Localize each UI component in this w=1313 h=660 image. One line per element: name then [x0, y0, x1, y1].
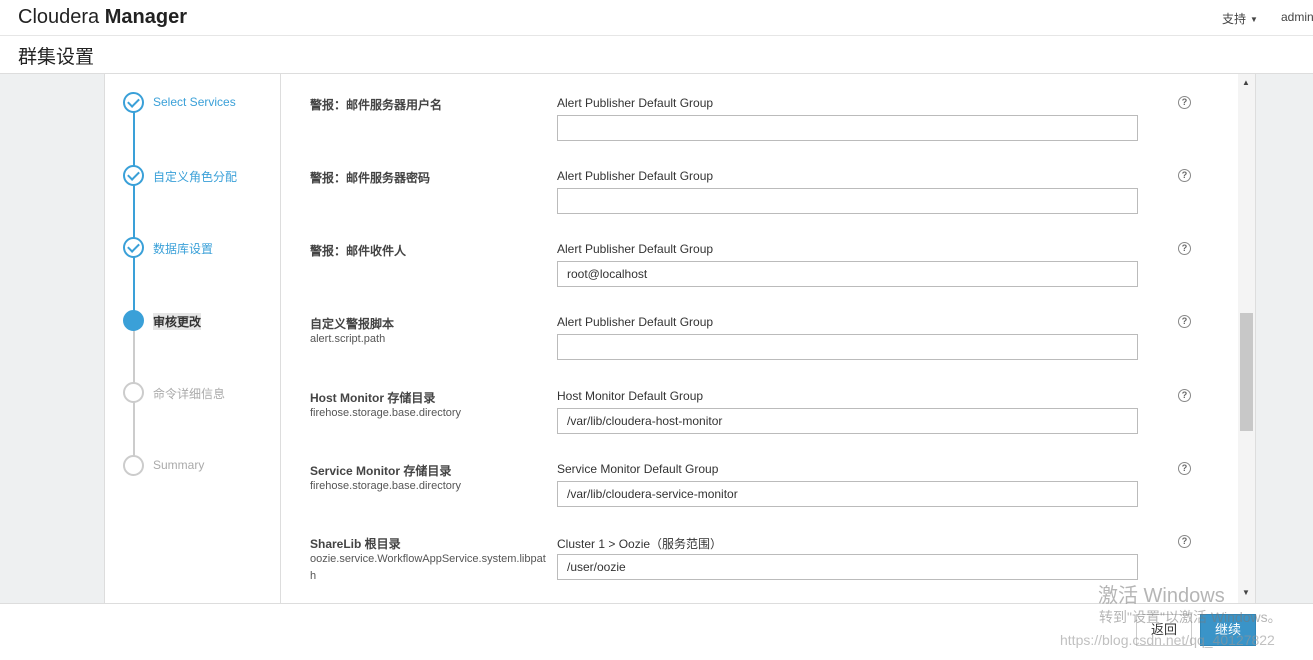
help-icon[interactable]: ?	[1178, 242, 1191, 255]
setting-row: 警报：邮件服务器用户名 Alert Publisher Default Grou…	[282, 74, 1239, 147]
setting-row: Host Monitor 存储目录 firehose.storage.base.…	[282, 367, 1239, 440]
step-summary: Summary	[123, 455, 281, 477]
step-label: 审核更改	[153, 313, 202, 330]
setting-value-input[interactable]	[557, 481, 1138, 507]
setting-row: 自定义警报脚本 alert.script.path Alert Publishe…	[282, 293, 1239, 366]
scroll-down-arrow-icon[interactable]: ▼	[1242, 588, 1250, 597]
setting-group: Alert Publisher Default Group	[557, 242, 714, 256]
help-icon[interactable]: ?	[1178, 315, 1191, 328]
setting-key: alert.script.path	[310, 333, 386, 345]
support-menu[interactable]: 支持 ▼	[1222, 10, 1258, 27]
check-icon	[123, 165, 144, 186]
step-select-services[interactable]: Select Services	[123, 92, 281, 114]
pending-step-icon	[123, 382, 144, 403]
step-command-details: 命令详细信息	[123, 382, 281, 404]
setting-value-input[interactable]	[557, 188, 1138, 214]
setting-key: oozie.service.WorkflowAppService.system.…	[310, 553, 546, 582]
scroll-up-arrow-icon[interactable]: ▲	[1242, 78, 1250, 87]
setting-name: 警报：邮件收件人	[310, 244, 407, 258]
windows-activation-watermark: 激活 Windows	[1098, 585, 1225, 607]
brand-logo[interactable]: Cloudera Manager	[18, 6, 187, 29]
help-icon[interactable]: ?	[1178, 535, 1191, 548]
blog-url-watermark: https://blog.csdn.net/qq_40127822	[1060, 632, 1275, 648]
page-title: 群集设置	[18, 47, 95, 68]
step-label: Summary	[153, 458, 205, 472]
setting-group: Host Monitor Default Group	[557, 389, 704, 403]
setting-key: firehose.storage.base.directory	[310, 480, 462, 492]
setting-name: Service Monitor 存储目录	[310, 464, 452, 478]
setting-row: Service Monitor 存储目录 firehose.storage.ba…	[282, 440, 1239, 513]
setting-group: Cluster 1 > Oozie（服务范围）	[557, 537, 723, 551]
windows-activation-hint: 转到"设置"以激活 Windows。	[1099, 609, 1282, 625]
help-icon[interactable]: ?	[1178, 462, 1191, 475]
step-label: Select Services	[153, 95, 236, 109]
setting-row: 警报：邮件服务器密码 Alert Publisher Default Group…	[282, 147, 1239, 220]
setting-name: Host Monitor 存储目录	[310, 391, 436, 405]
vertical-scrollbar[interactable]: ▲ ▼	[1238, 74, 1255, 603]
setting-value-input[interactable]	[557, 554, 1138, 580]
setting-value-input[interactable]	[557, 408, 1138, 434]
user-menu[interactable]: admin	[1281, 10, 1313, 24]
check-icon	[123, 92, 144, 113]
setting-group: Alert Publisher Default Group	[557, 96, 714, 110]
setting-name: 警报：邮件服务器用户名	[310, 98, 443, 112]
help-icon[interactable]: ?	[1178, 389, 1191, 402]
caret-down-icon: ▼	[1250, 15, 1258, 25]
setting-name: ShareLib 根目录	[310, 537, 401, 551]
setting-name: 警报：邮件服务器密码	[310, 171, 431, 185]
setting-name: 自定义警报脚本	[310, 317, 395, 331]
wizard-steps: Select Services 自定义角色分配 数据库设置 审核更改 命令详细信…	[105, 74, 281, 603]
step-label: 命令详细信息	[153, 387, 226, 401]
step-role-assignment[interactable]: 自定义角色分配	[123, 165, 281, 187]
setting-row: 警报：邮件收件人 Alert Publisher Default Group ?	[282, 220, 1239, 293]
top-navbar: Cloudera Manager 支持 ▼ admin	[0, 0, 1313, 36]
setting-group: Alert Publisher Default Group	[557, 169, 714, 183]
scroll-thumb[interactable]	[1240, 313, 1253, 431]
step-label: 数据库设置	[153, 242, 214, 256]
help-icon[interactable]: ?	[1178, 96, 1191, 109]
pending-step-icon	[123, 455, 144, 476]
settings-list: 警报：邮件服务器用户名 Alert Publisher Default Grou…	[282, 74, 1239, 603]
help-icon[interactable]: ?	[1178, 169, 1191, 182]
setting-value-input[interactable]	[557, 334, 1138, 360]
step-review-changes: 审核更改	[123, 310, 281, 332]
setting-key: firehose.storage.base.directory	[310, 407, 462, 419]
check-icon	[123, 237, 144, 258]
setting-value-input[interactable]	[557, 115, 1138, 141]
setting-group: Service Monitor Default Group	[557, 462, 719, 476]
active-step-icon	[123, 310, 144, 331]
step-database-setup[interactable]: 数据库设置	[123, 237, 281, 259]
step-label: 自定义角色分配	[153, 170, 238, 184]
setting-value-input[interactable]	[557, 261, 1138, 287]
wizard-panel: Select Services 自定义角色分配 数据库设置 审核更改 命令详细信…	[104, 74, 1256, 603]
setting-group: Alert Publisher Default Group	[557, 315, 714, 329]
setting-row: ShareLib 根目录 oozie.service.WorkflowAppSe…	[282, 513, 1239, 586]
